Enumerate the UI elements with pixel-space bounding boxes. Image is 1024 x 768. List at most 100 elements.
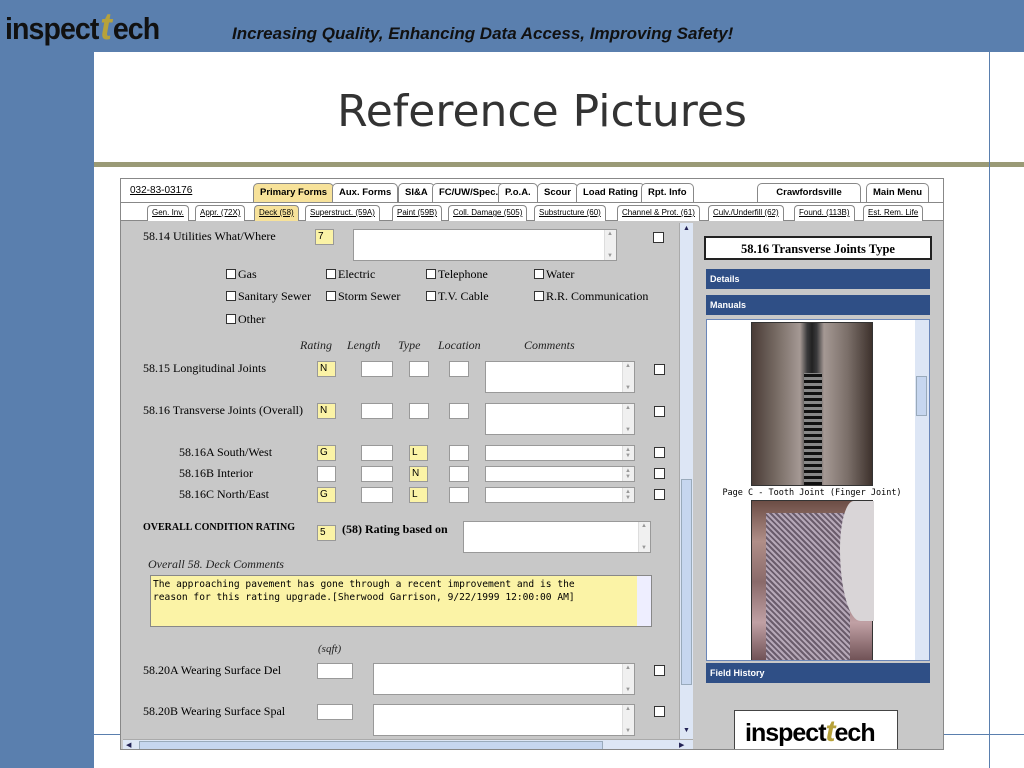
interior-comments[interactable] (485, 466, 635, 482)
interior-location[interactable] (449, 466, 469, 482)
deck-comments-label: Overall 58. Deck Comments (148, 557, 284, 571)
deck-comments-field[interactable]: The approaching pavement has gone throug… (150, 575, 652, 627)
slide-title: Reference Pictures (337, 86, 747, 137)
ne-type[interactable]: L (409, 487, 428, 503)
hscroll-thumb[interactable] (139, 741, 603, 749)
manuals-scrollbar[interactable] (915, 320, 929, 660)
scroll-up-icon[interactable]: ▲ (683, 225, 690, 232)
subtab-coll-damage[interactable]: Coll. Damage (505) (448, 205, 528, 221)
transverse-length[interactable] (361, 403, 393, 419)
tab-crawfordsville[interactable]: Crawfordsville (757, 183, 861, 202)
subtab-gen-inv[interactable]: Gen. Inv. (147, 205, 189, 221)
sw-type[interactable]: L (409, 445, 428, 461)
form-vertical-scrollbar[interactable]: ▲ ▼ (679, 223, 693, 739)
subtab-channel-prot[interactable]: Channel & Prot. (61) (617, 205, 700, 221)
transverse-location[interactable] (449, 403, 469, 419)
utilities-checkbox[interactable] (653, 232, 664, 243)
wearing-del-field[interactable] (317, 663, 353, 679)
transverse-type[interactable] (409, 403, 429, 419)
longitudinal-checkbox[interactable] (654, 364, 665, 375)
finger-joint-photo-2[interactable] (751, 500, 874, 660)
wearing-spal-field[interactable] (317, 704, 353, 720)
header-bar: inspecttech Increasing Quality, Enhancin… (0, 0, 1024, 52)
sw-checkbox[interactable] (654, 447, 665, 458)
details-bar[interactable]: Details (706, 269, 930, 289)
longitudinal-length[interactable] (361, 361, 393, 377)
interior-checkbox[interactable] (654, 468, 665, 479)
subtab-culv-underfill[interactable]: Culv./Underfill (62) (708, 205, 784, 221)
longitudinal-location[interactable] (449, 361, 469, 377)
col-type: Type (398, 338, 421, 352)
field-history-bar[interactable]: Field History (706, 663, 930, 683)
scroll-right-icon[interactable]: ▶ (679, 741, 684, 749)
sw-comments[interactable] (485, 445, 635, 461)
subtab-paint[interactable]: Paint (59B) (392, 205, 443, 221)
ne-rating[interactable]: G (317, 487, 336, 503)
sw-location[interactable] (449, 445, 469, 461)
wearing-del-comments[interactable] (373, 663, 635, 695)
ne-length[interactable] (361, 487, 393, 503)
transverse-checkbox[interactable] (654, 406, 665, 417)
tab-load-rating[interactable]: Load Rating (576, 183, 645, 202)
subtab-substructure[interactable]: Substructure (60) (534, 205, 606, 221)
rating-based-field[interactable] (463, 521, 651, 553)
reference-side-panel: 58.16 Transverse Joints Type Details Man… (699, 223, 943, 749)
ne-label: 58.16C North/East (179, 487, 269, 501)
form-horizontal-scrollbar[interactable]: ◀ ▶ (123, 739, 693, 749)
scroll-thumb[interactable] (681, 479, 692, 685)
interior-label: 58.16B Interior (179, 466, 253, 480)
col-length: Length (347, 338, 381, 352)
tab-scour[interactable]: Scour (537, 183, 578, 202)
tab-main-menu[interactable]: Main Menu (866, 183, 930, 202)
option-electric[interactable]: Electric (326, 267, 375, 282)
sw-rating[interactable]: G (317, 445, 336, 461)
ne-location[interactable] (449, 487, 469, 503)
transverse-comments[interactable] (485, 403, 635, 435)
interior-type[interactable]: N (409, 466, 428, 482)
wearing-del-checkbox[interactable] (654, 665, 665, 676)
subtab-est-rem-life[interactable]: Est. Rem. Life (863, 205, 924, 221)
tab-rpt-info[interactable]: Rpt. Info (641, 183, 694, 202)
option-tv-cable[interactable]: T.V. Cable (426, 289, 489, 304)
wearing-spal-checkbox[interactable] (654, 706, 665, 717)
utilities-comment-field[interactable] (353, 229, 617, 261)
transverse-rating[interactable]: N (317, 403, 336, 419)
tab-fc-uw-spec[interactable]: FC/UW/Spec. (432, 183, 506, 202)
inspecttech-footer-logo: inspecttech (734, 710, 898, 749)
option-sanitary-sewer[interactable]: Sanitary Sewer (226, 289, 311, 304)
option-water[interactable]: Water (534, 267, 574, 282)
wearing-spal-comments[interactable] (373, 704, 635, 736)
ne-checkbox[interactable] (654, 489, 665, 500)
tab-aux-forms[interactable]: Aux. Forms (332, 183, 399, 202)
longitudinal-rating[interactable]: N (317, 361, 336, 377)
interior-length[interactable] (361, 466, 393, 482)
subtab-deck[interactable]: Deck (58) (254, 205, 299, 221)
utilities-rating-field[interactable]: 7 (315, 229, 334, 245)
tab-primary-forms[interactable]: Primary Forms (253, 183, 335, 202)
finger-joint-photo-1[interactable] (751, 322, 873, 486)
longitudinal-type[interactable] (409, 361, 429, 377)
ne-comments[interactable] (485, 487, 635, 503)
manuals-bar[interactable]: Manuals (706, 295, 930, 315)
record-id[interactable]: 032-83-03176 (130, 185, 192, 196)
col-rating: Rating (300, 338, 332, 352)
scroll-left-icon[interactable]: ◀ (126, 741, 131, 749)
subtab-found[interactable]: Found. (113B) (794, 205, 855, 221)
wearing-del-label: 58.20A Wearing Surface Del (143, 663, 282, 677)
option-telephone[interactable]: Telephone (426, 267, 488, 282)
subtab-superstruct[interactable]: Superstruct. (59A) (305, 205, 380, 221)
tab-sia[interactable]: SI&A (398, 183, 435, 202)
option-rr-communication[interactable]: R.R. Communication (534, 289, 648, 304)
longitudinal-comments[interactable] (485, 361, 635, 393)
scroll-down-icon[interactable]: ▼ (683, 727, 690, 734)
overall-rating-field[interactable]: 5 (317, 525, 336, 541)
interior-rating[interactable] (317, 466, 336, 482)
option-gas[interactable]: Gas (226, 267, 257, 282)
option-storm-sewer[interactable]: Storm Sewer (326, 289, 400, 304)
subtab-appr[interactable]: Appr. (72X) (195, 205, 246, 221)
option-other[interactable]: Other (226, 312, 265, 327)
tab-poa[interactable]: P.o.A. (498, 183, 538, 202)
photo-caption: Page C - Tooth Joint (Finger Joint) (722, 488, 902, 498)
sw-length[interactable] (361, 445, 393, 461)
sqft-label: (sqft) (318, 643, 342, 655)
